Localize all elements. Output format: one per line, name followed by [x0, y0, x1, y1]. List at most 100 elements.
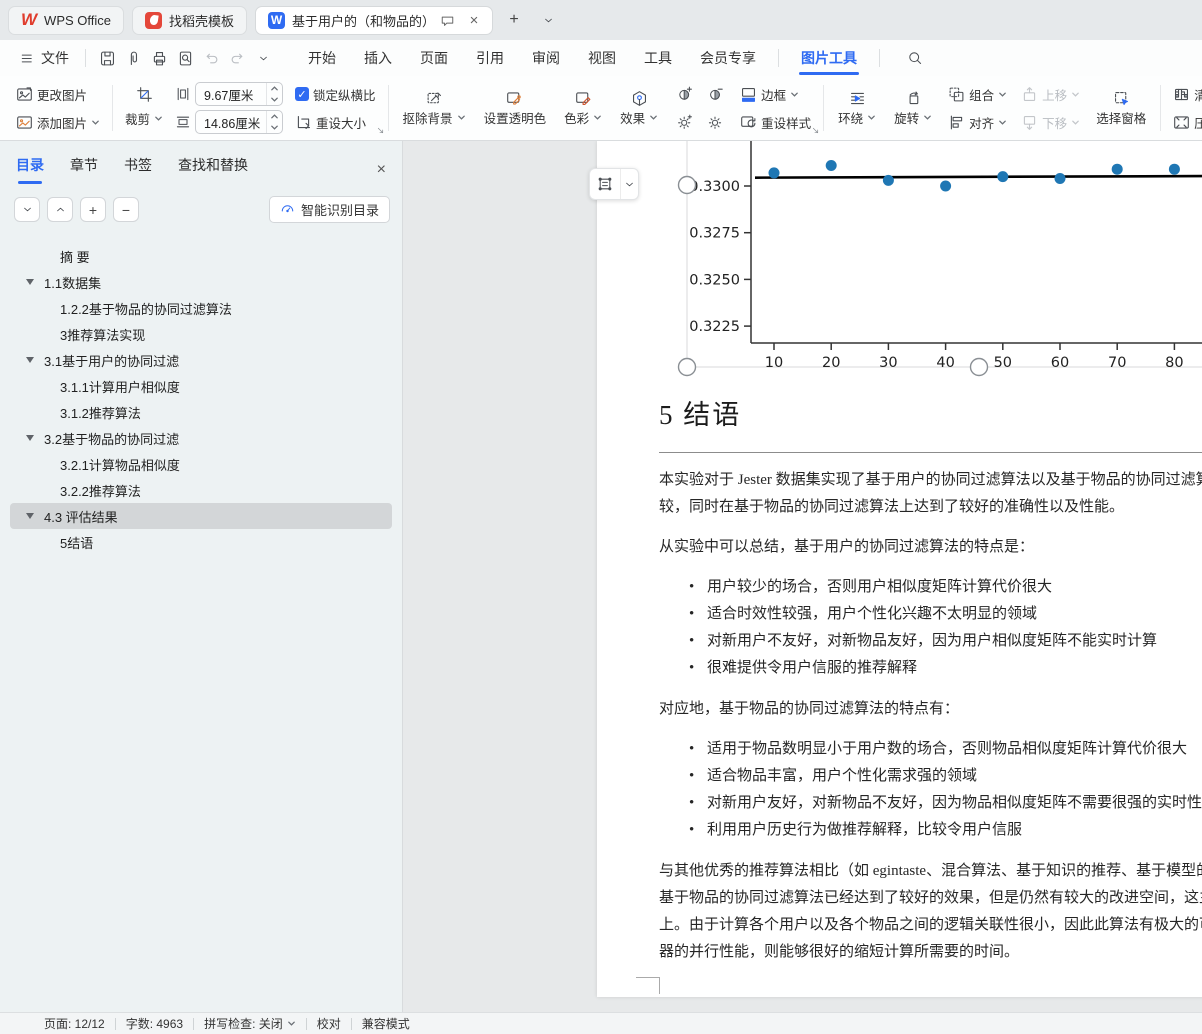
- menu-item-4[interactable]: 审阅: [518, 41, 574, 75]
- compress-picture-button[interactable]: 压缩图片: [1171, 110, 1202, 135]
- selection-pane-button[interactable]: 选择窗格: [1092, 82, 1150, 134]
- export-pdf-button[interactable]: [120, 46, 146, 70]
- expand-all-button[interactable]: [47, 197, 73, 222]
- contrast-decrease-icon[interactable]: [702, 82, 728, 106]
- brightness-increase-icon[interactable]: [672, 110, 698, 134]
- sidebar-tab-2[interactable]: 书签: [124, 155, 152, 184]
- statusbar-item-4[interactable]: 兼容模式: [352, 1015, 420, 1032]
- chevron-down-icon[interactable]: [620, 169, 638, 199]
- wrap-text-button[interactable]: 环绕: [834, 82, 880, 134]
- comment-bubble-icon[interactable]: [437, 10, 457, 30]
- new-tab-button[interactable]: +: [501, 7, 527, 33]
- print-preview-button[interactable]: [172, 46, 198, 70]
- toc-item[interactable]: 3.2.2推荐算法: [10, 477, 392, 503]
- rotate-button[interactable]: 旋转: [890, 82, 936, 134]
- add-picture-button[interactable]: 添加图片: [14, 110, 102, 135]
- width-input[interactable]: 14.86厘米: [195, 110, 284, 134]
- toc-item[interactable]: 3.2基于物品的协同过滤: [10, 425, 392, 451]
- toc-item[interactable]: 摘 要: [10, 243, 392, 269]
- print-button[interactable]: [146, 46, 172, 70]
- height-input[interactable]: 9.67厘米: [195, 82, 284, 106]
- toc-item[interactable]: 5结语: [10, 529, 392, 555]
- sidebar-tab-0[interactable]: 目录: [16, 155, 44, 184]
- menu-item-2[interactable]: 页面: [406, 41, 462, 75]
- brightness-decrease-icon[interactable]: [702, 110, 728, 134]
- toc-item[interactable]: 3.1.1计算用户相似度: [10, 373, 392, 399]
- group-button[interactable]: 组合: [946, 82, 1009, 107]
- save-button[interactable]: [94, 46, 120, 70]
- toc-item[interactable]: 3.1.2推荐算法: [10, 399, 392, 425]
- color-brush-icon: [575, 90, 592, 107]
- reset-style-button[interactable]: 重设样式: [738, 110, 813, 135]
- quick-access-chevron-icon[interactable]: [250, 46, 276, 70]
- chevron-down-icon[interactable]: [287, 1017, 296, 1031]
- document-content[interactable]: 5 结语 本实验对于 Jester 数据集实现了基于用户的协同过滤算法以及基于物…: [659, 393, 1202, 979]
- zoom-in-button[interactable]: +: [80, 197, 106, 222]
- statusbar-item-0[interactable]: 页面: 12/12: [34, 1015, 115, 1032]
- statusbar-item-2[interactable]: 拼写检查: 关闭: [194, 1015, 306, 1032]
- group-objects-icon: [948, 86, 965, 103]
- tab-docer-templates[interactable]: 找稻壳模板: [132, 5, 248, 35]
- sidebar-tab-3[interactable]: 查找和替换: [178, 155, 248, 184]
- tab-document[interactable]: W 基于用户的（和物品的）协同 ×: [255, 5, 494, 35]
- paragraph: 本实验对于 Jester 数据集实现了基于用户的协同过滤算法以及基于物品的协同过…: [659, 467, 1202, 521]
- remove-background-button[interactable]: 抠除背景: [399, 82, 470, 134]
- menu-item-1[interactable]: 插入: [350, 41, 406, 75]
- undo-button[interactable]: [198, 46, 224, 70]
- color-button[interactable]: 色彩: [560, 82, 606, 134]
- menu-item-5[interactable]: 视图: [574, 41, 630, 75]
- align-button[interactable]: 对齐: [946, 110, 1009, 135]
- collapse-triangle-icon[interactable]: [26, 513, 34, 519]
- menu-item-3[interactable]: 引用: [462, 41, 518, 75]
- document-page[interactable]: 0.3300 0.3275 0.3250 0.3225 10 20 30 40 50 60 70 80…: [597, 141, 1202, 997]
- collapse-all-button[interactable]: [14, 197, 40, 222]
- width-spinner[interactable]: [266, 111, 282, 133]
- redo-button[interactable]: [224, 46, 250, 70]
- layout-options-button[interactable]: [589, 168, 639, 200]
- tab-list-chevron-icon[interactable]: [535, 7, 561, 33]
- group-expander-icon[interactable]: [810, 125, 821, 136]
- toc-item[interactable]: 1.2.2基于物品的协同过滤算法: [10, 295, 392, 321]
- sidebar-tabs: 目录 章节 书签 查找和替换 ×: [0, 155, 402, 184]
- close-sidebar-icon[interactable]: ×: [377, 161, 386, 179]
- border-button[interactable]: 边框: [738, 82, 813, 107]
- menu-item-6[interactable]: 工具: [630, 41, 686, 75]
- reset-style-icon: [740, 114, 757, 131]
- tab-wps-home[interactable]: W WPS Office: [8, 5, 124, 35]
- menu-item-7[interactable]: 会员专享: [686, 41, 770, 75]
- crop-button[interactable]: 裁剪: [123, 106, 165, 131]
- document-title: 基于用户的（和物品的）协同: [292, 13, 430, 29]
- set-transparent-color-button[interactable]: 设置透明色: [480, 82, 551, 134]
- toc-item[interactable]: 4.3 评估结果: [10, 503, 392, 529]
- menu-item-0[interactable]: 开始: [294, 41, 350, 75]
- zoom-out-button[interactable]: −: [113, 197, 139, 222]
- chevron-down-icon: [154, 114, 163, 123]
- search-icon[interactable]: [902, 46, 928, 70]
- height-spinner[interactable]: [266, 83, 282, 105]
- statusbar-item-3[interactable]: 校对: [307, 1015, 351, 1032]
- reset-size-button[interactable]: 重设大小: [293, 110, 378, 135]
- effect-button[interactable]: 效果: [616, 82, 662, 134]
- collapse-triangle-icon[interactable]: [26, 279, 34, 285]
- collapse-triangle-icon[interactable]: [26, 357, 34, 363]
- toc-item[interactable]: 3推荐算法实现: [10, 321, 392, 347]
- sharpen-button[interactable]: 清晰化: [1171, 82, 1202, 107]
- sidebar-tab-1[interactable]: 章节: [70, 155, 98, 184]
- scatter-chart-image[interactable]: 0.3300 0.3275 0.3250 0.3225 10 20 30 40 50 60 70 80: [597, 141, 1202, 386]
- statusbar-label: 校对: [316, 1017, 341, 1031]
- menu-picture-tools[interactable]: 图片工具: [787, 41, 871, 75]
- close-tab-icon[interactable]: ×: [464, 10, 484, 30]
- lock-aspect-ratio-checkbox[interactable]: ✓ 锁定纵横比: [293, 82, 378, 107]
- toc-item[interactable]: 1.1数据集: [10, 269, 392, 295]
- smart-toc-button[interactable]: 智能识别目录: [268, 196, 390, 223]
- toc-item[interactable]: 3.1基于用户的协同过滤: [10, 347, 392, 373]
- bullet-item: • 对新用户不友好，对新物品友好，因为用户相似度矩阵不能实时计算: [659, 628, 1202, 655]
- statusbar-item-1[interactable]: 字数: 4963: [116, 1015, 193, 1032]
- contrast-increase-icon[interactable]: [672, 82, 698, 106]
- group-expander-icon[interactable]: [375, 125, 386, 136]
- change-picture-button[interactable]: 更改图片: [14, 82, 102, 107]
- file-menu-button[interactable]: 文件: [12, 48, 77, 68]
- document-area: 0.3300 0.3275 0.3250 0.3225 10 20 30 40 50 60 70 80…: [403, 141, 1202, 1012]
- collapse-triangle-icon[interactable]: [26, 435, 34, 441]
- toc-item[interactable]: 3.2.1计算物品相似度: [10, 451, 392, 477]
